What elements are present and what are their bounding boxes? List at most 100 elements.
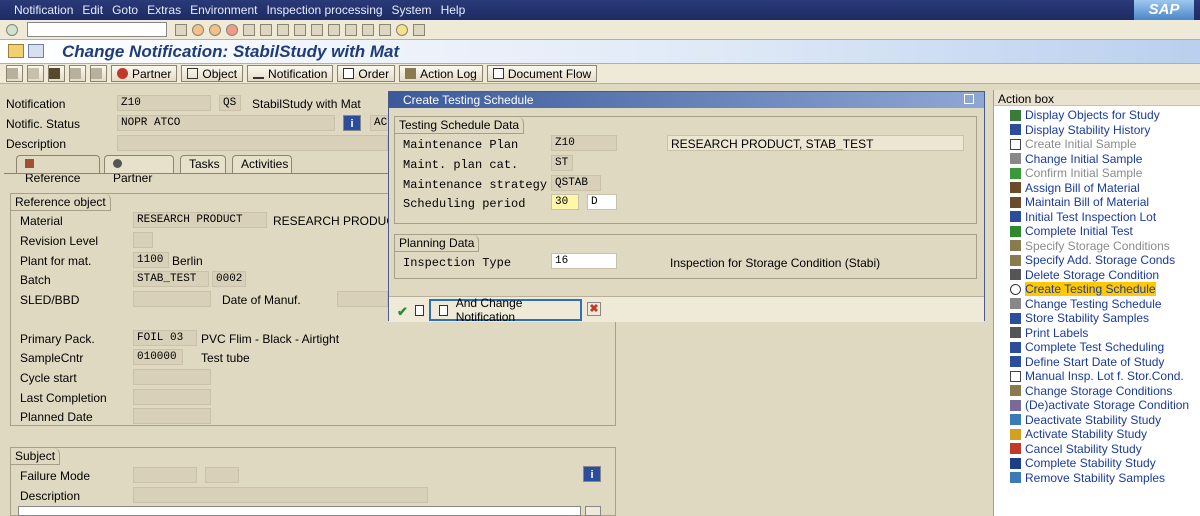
failure-mode-code-input[interactable] [205,467,239,483]
last-completion-label: Last Completion [20,391,107,405]
back-icon[interactable] [192,23,204,36]
action-box-item[interactable]: Activate Stability Study [994,427,1200,442]
tab-reference[interactable]: Reference [16,155,100,185]
maintenance-plan-field: Z10 [551,135,617,151]
tree-icon [1010,109,1021,121]
action-box-item[interactable]: Maintain Bill of Material [994,195,1200,210]
action-box-item[interactable]: Deactivate Stability Study [994,413,1200,428]
and-change-notification-button[interactable]: And Change Notification [429,296,582,324]
action-box-item[interactable]: Complete Stability Study [994,456,1200,471]
action-box-item[interactable]: Confirm Initial Sample [994,166,1200,181]
menu-system[interactable]: System [392,3,432,17]
partner-button[interactable]: Partner [111,65,178,82]
status-icon-5[interactable] [90,65,107,82]
manufacture-date-field [337,291,388,307]
help-icon[interactable] [396,23,408,36]
action-box-item[interactable]: Store Stability Samples [994,311,1200,326]
action-box-item[interactable]: Remove Stability Samples [994,471,1200,486]
action-box-item[interactable]: Print Labels [994,326,1200,341]
action-box-item[interactable]: Delete Storage Condition [994,268,1200,283]
info-icon[interactable]: i [343,115,361,131]
scheduling-period-input[interactable]: 30 [551,194,579,210]
prev-page-icon[interactable] [311,23,323,36]
print-icon[interactable] [243,23,255,36]
create-testing-schedule-dialog: Create Testing Schedule Testing Schedule… [388,91,985,324]
menu-edit[interactable]: Edit [82,3,103,17]
hierarchy-icon [253,68,265,79]
action-box-item[interactable]: Change Testing Schedule [994,297,1200,312]
action-box-item-label: Change Initial Sample [1025,151,1143,166]
find-icon[interactable] [260,23,272,36]
description-input[interactable] [117,135,388,151]
subject-description-input[interactable] [133,487,428,503]
inspection-type-input[interactable]: 16 [551,253,617,269]
status-icon-4[interactable] [69,65,86,82]
action-box-item[interactable]: Complete Test Scheduling [994,340,1200,355]
tab-activities[interactable]: Activities [232,155,292,173]
order-button[interactable]: Order [337,65,396,82]
action-log-button[interactable]: Action Log [399,65,483,82]
command-field[interactable] [27,22,167,37]
object-button[interactable]: Object [181,65,244,82]
menu-goto[interactable]: Goto [112,3,138,17]
flag-icon [1010,167,1021,179]
action-box-item[interactable]: (De)activate Storage Condition [994,398,1200,413]
menu-extras[interactable]: Extras [147,3,181,17]
new-page-icon[interactable] [415,305,424,316]
action-box-item-label: Remove Stability Samples [1025,470,1166,485]
menu-help[interactable]: Help [441,3,466,17]
tab-partner[interactable]: Partner [104,155,174,185]
action-box-item[interactable]: Complete Initial Test [994,224,1200,239]
partner-icon [117,68,128,79]
subject-info-icon[interactable]: i [583,466,601,482]
action-box-item[interactable]: Specify Add. Storage Conds [994,253,1200,268]
action-box-item[interactable]: Change Initial Sample [994,152,1200,167]
menu-environment[interactable]: Environment [190,3,257,17]
tab-tasks[interactable]: Tasks [180,155,226,173]
new-session-icon[interactable] [362,23,374,36]
layout-icon[interactable] [413,23,425,36]
action-box-item[interactable]: Define Start Date of Study [994,355,1200,370]
status-icon-1[interactable] [6,65,23,82]
action-box-item[interactable]: Initial Test Inspection Lot [994,210,1200,225]
failure-mode-label: Failure Mode [20,469,91,483]
shortcut-icon[interactable] [379,23,391,36]
action-box-item[interactable]: Display Objects for Study [994,108,1200,123]
action-box-item[interactable]: Cancel Stability Study [994,442,1200,457]
action-box-item[interactable]: Create Testing Schedule [994,282,1200,297]
page-icon [1010,370,1021,382]
dialog-title-bar: Create Testing Schedule [389,92,984,108]
exit-icon[interactable] [209,23,221,36]
save-icon[interactable] [175,23,187,36]
action-box-item[interactable]: Change Storage Conditions [994,384,1200,399]
action-box-item-label: Complete Stability Study [1025,456,1156,471]
failure-mode-input[interactable] [133,467,197,483]
next-page-icon[interactable] [328,23,340,36]
action-box-item[interactable]: Display Stability History [994,123,1200,138]
confirm-check-icon[interactable]: ✔ [397,304,408,320]
status-icon-3[interactable] [48,65,65,82]
long-text-edit-icon[interactable] [585,506,601,516]
cancel-cross-icon[interactable]: ✖ [587,302,601,316]
scheduling-period-unit-input[interactable]: D [587,194,617,210]
notification-button[interactable]: Notification [247,65,334,82]
menu-inspection-processing[interactable]: Inspection processing [266,3,382,17]
find-next-icon[interactable] [277,23,289,36]
long-text-input[interactable] [18,506,581,516]
document-flow-button[interactable]: Document Flow [486,65,598,82]
down-icon [1010,414,1021,426]
status-icon-2[interactable] [27,65,44,82]
pencil-icon [1010,153,1021,165]
first-page-icon[interactable] [294,23,306,36]
action-box-item-label: Deactivate Stability Study [1025,412,1162,427]
action-box-item-label: Manual Insp. Lot f. Stor.Cond. [1025,369,1184,384]
menu-notification[interactable]: Notification [14,3,73,17]
last-page-icon[interactable] [345,23,357,36]
action-box-item[interactable]: Assign Bill of Material [994,181,1200,196]
action-box-item[interactable]: Create Initial Sample [994,137,1200,152]
enter-icon[interactable] [6,23,18,36]
action-box-item[interactable]: Specify Storage Conditions [994,239,1200,254]
dialog-close-icon[interactable] [964,94,974,104]
cancel-icon[interactable] [226,23,238,36]
action-box-item[interactable]: Manual Insp. Lot f. Stor.Cond. [994,369,1200,384]
